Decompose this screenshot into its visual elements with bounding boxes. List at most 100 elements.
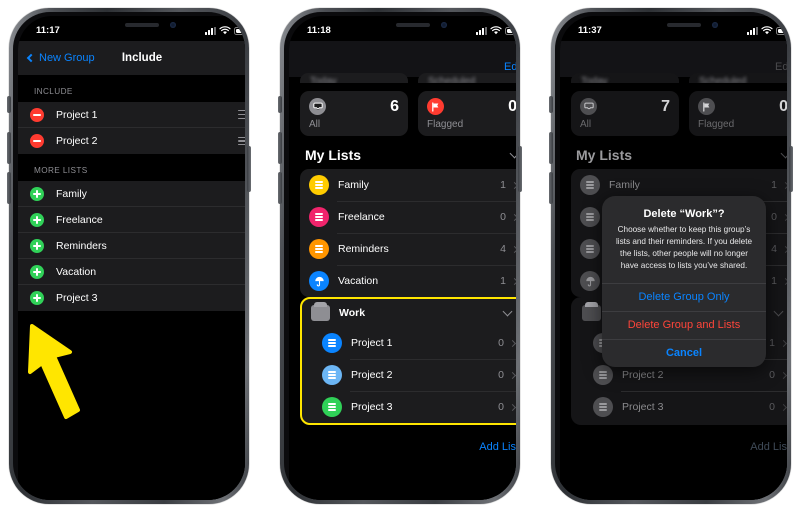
status-bar: 11:17 xyxy=(18,16,245,41)
volume-up-button[interactable] xyxy=(7,132,11,164)
my-lists-title: My Lists xyxy=(305,147,362,163)
add-icon[interactable] xyxy=(30,264,44,279)
power-button[interactable] xyxy=(789,146,793,192)
flag-icon xyxy=(698,98,715,115)
delete-group-only-button[interactable]: Delete Group Only xyxy=(602,282,766,311)
list-item-count: 1 xyxy=(500,179,506,191)
volume-up-button[interactable] xyxy=(549,132,553,164)
list-item[interactable]: Project 1 xyxy=(18,102,245,128)
phone-bezel: 11:17 New Group Include INCLUDE Project … xyxy=(13,12,245,500)
list-item[interactable]: Project 2 0 xyxy=(302,359,516,391)
volume-down-button[interactable] xyxy=(278,172,282,204)
add-icon[interactable] xyxy=(30,238,44,253)
list-item-count: 0 xyxy=(498,369,504,381)
list-item[interactable]: Vacation 1 xyxy=(300,265,516,297)
silent-switch[interactable] xyxy=(549,96,553,113)
phone-screen: 11:18 Edit xyxy=(289,16,516,500)
cellular-signal-icon xyxy=(205,26,216,35)
chevron-down-icon[interactable] xyxy=(509,148,516,158)
navigation-bar: New Group Include xyxy=(18,41,245,75)
edit-button[interactable]: Edit xyxy=(775,61,787,73)
cellular-signal-icon xyxy=(747,26,758,35)
phone-include: 11:17 New Group Include INCLUDE Project … xyxy=(0,0,258,511)
card-scheduled[interactable]: Scheduled xyxy=(418,73,516,83)
list-item[interactable]: Family xyxy=(18,181,245,207)
card-flagged[interactable]: 0 Flagged xyxy=(418,91,516,136)
card-all[interactable]: 6 All xyxy=(300,91,408,136)
smart-lists: 6 All 0 Flagged xyxy=(300,91,516,136)
list-item[interactable]: Project 1 0 xyxy=(302,327,516,359)
chevron-down-icon[interactable] xyxy=(773,306,784,316)
list-item-label: Freelance xyxy=(56,213,103,226)
battery-icon xyxy=(234,26,245,35)
add-list-row: Add List xyxy=(300,425,516,455)
add-icon[interactable] xyxy=(30,291,44,305)
back-button[interactable]: New Group xyxy=(26,52,95,64)
list-item[interactable]: Reminders xyxy=(18,233,245,259)
phone-bezel: 11:37 Edit xyxy=(555,12,787,500)
card-all-label: All xyxy=(580,119,592,130)
chevron-down-icon[interactable] xyxy=(780,148,787,158)
silent-switch[interactable] xyxy=(7,96,11,113)
chevron-right-icon xyxy=(781,277,787,285)
list-item[interactable]: Project 2 xyxy=(18,128,245,154)
silent-switch[interactable] xyxy=(278,96,282,113)
list-item[interactable]: Freelance 0 xyxy=(300,201,516,233)
list-icon xyxy=(593,397,613,417)
power-button[interactable] xyxy=(247,146,251,192)
card-today[interactable]: Today xyxy=(300,73,408,83)
chevron-right-icon xyxy=(510,181,516,189)
power-button[interactable] xyxy=(518,146,522,192)
chevron-right-icon xyxy=(510,277,516,285)
list-item-count: 4 xyxy=(500,243,506,255)
card-flagged-label: Flagged xyxy=(427,119,464,130)
add-icon[interactable] xyxy=(30,212,44,227)
status-time: 11:17 xyxy=(36,25,60,36)
reorder-handle-icon[interactable] xyxy=(238,136,245,146)
list-item-label: Project 1 xyxy=(351,337,393,349)
list-item-count: 4 xyxy=(771,243,777,255)
chevron-right-icon xyxy=(510,245,516,253)
battery-icon xyxy=(776,26,787,35)
chevron-down-icon[interactable] xyxy=(502,306,513,316)
list-icon xyxy=(309,175,329,195)
card-flagged[interactable]: 0 Flagged xyxy=(689,91,787,136)
list-icon xyxy=(309,207,329,227)
list-item-count: 0 xyxy=(769,401,775,413)
group-label: Work xyxy=(339,307,366,319)
folder-icon xyxy=(582,302,601,321)
group-header[interactable]: Work xyxy=(302,299,516,327)
list-item[interactable]: Reminders 4 xyxy=(300,233,516,265)
list-item[interactable]: Project 3 xyxy=(18,285,245,311)
remove-icon[interactable] xyxy=(30,107,44,122)
cancel-button[interactable]: Cancel xyxy=(602,338,766,367)
list-item[interactable]: Project 3 0 xyxy=(573,391,787,423)
list-item[interactable]: Freelance xyxy=(18,207,245,233)
card-scheduled[interactable]: Scheduled xyxy=(689,73,787,83)
edit-button[interactable]: Edit xyxy=(504,61,516,73)
delete-group-alert: Delete “Work”? Choose whether to keep th… xyxy=(602,196,766,367)
reorder-handle-icon[interactable] xyxy=(238,110,245,119)
status-time: 11:37 xyxy=(578,25,602,36)
volume-down-button[interactable] xyxy=(7,172,11,204)
add-list-button[interactable]: Add List xyxy=(479,441,516,453)
add-icon[interactable] xyxy=(30,186,44,201)
list-item[interactable]: Project 3 0 xyxy=(302,391,516,423)
list-item[interactable]: Vacation xyxy=(18,259,245,285)
list-icon xyxy=(580,239,600,259)
delete-group-and-lists-button[interactable]: Delete Group and Lists xyxy=(602,310,766,339)
volume-up-button[interactable] xyxy=(278,132,282,164)
card-all[interactable]: 7 All xyxy=(571,91,679,136)
chevron-right-icon xyxy=(508,371,516,379)
group-work-highlighted: Work Project 1 0 Project 2 0 Project 3 0 xyxy=(300,297,516,425)
add-list-button[interactable]: Add List xyxy=(750,441,787,453)
remove-icon[interactable] xyxy=(30,134,44,148)
volume-down-button[interactable] xyxy=(549,172,553,204)
chevron-right-icon xyxy=(510,213,516,221)
list-item[interactable]: Family 1 xyxy=(300,169,516,201)
card-today[interactable]: Today xyxy=(571,73,679,83)
scrolled-cards-sliver: Today Scheduled xyxy=(300,73,516,83)
screenshot-stage: 11:17 New Group Include INCLUDE Project … xyxy=(0,0,800,511)
list-item-count: 1 xyxy=(500,275,506,287)
list-icon xyxy=(593,365,613,385)
